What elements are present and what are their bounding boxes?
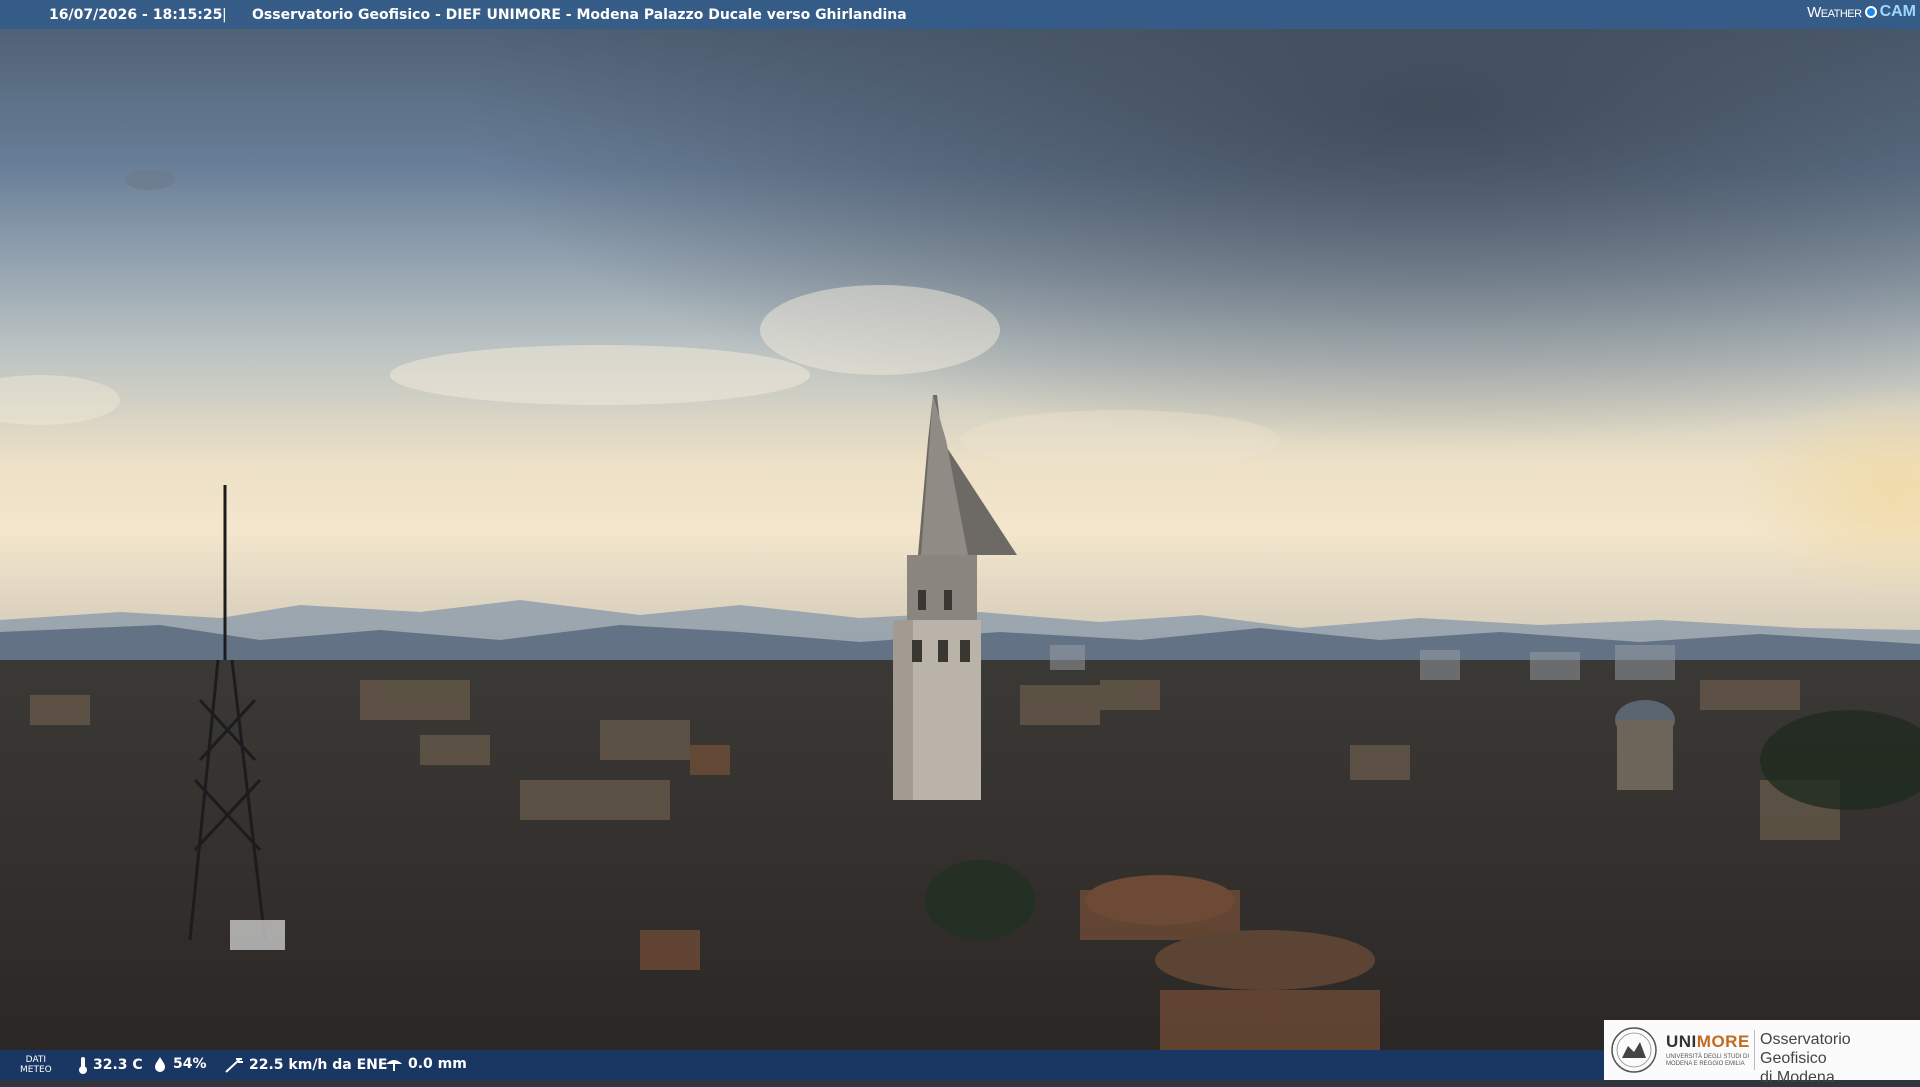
unimore-subtitle: UNIVERSITÀ DEGLI STUDI DI MODENA E REGGI… — [1666, 1054, 1750, 1067]
brand-dot-icon — [1864, 6, 1877, 18]
thermometer-icon — [79, 1057, 87, 1074]
temperature-value: 32.3 C — [93, 1057, 143, 1073]
temperature-metric: 32.3 C — [78, 1056, 143, 1074]
humidity-metric: 54% — [152, 1056, 207, 1072]
humidity-drop-icon — [155, 1057, 165, 1072]
brand-cam: CAM — [1879, 3, 1916, 20]
unimore-seal-icon — [1611, 1027, 1657, 1073]
wind-icon — [225, 1058, 243, 1073]
header-bar: 16/07/2026 - 18:15:25 | Osservatorio Geo… — [0, 0, 1920, 29]
wind-metric: 22.5 km/h da ENE — [224, 1056, 387, 1074]
unimore-logo-panel: UNIMORE UNIVERSITÀ DEGLI STUDI DI MODENA… — [1604, 1020, 1920, 1086]
timestamp: 16/07/2026 - 18:15:25 — [49, 6, 223, 23]
camera-title: Osservatorio Geofisico - DIEF UNIMORE - … — [252, 6, 907, 23]
weather-label: DATI METEO — [20, 1055, 52, 1075]
rain-gauge-icon — [386, 1060, 402, 1071]
wind-value: 22.5 km/h da ENE — [249, 1057, 388, 1073]
logo-divider — [1754, 1030, 1755, 1070]
webcam-image — [0, 0, 1920, 1080]
observatory-name: Osservatorio Geofisico di Modena — [1760, 1031, 1851, 1086]
weathercam-logo: Weather CAM — [1807, 3, 1916, 21]
humidity-value: 54% — [173, 1056, 207, 1072]
rain-value: 0.0 mm — [408, 1056, 467, 1072]
unimore-wordmark: UNIMORE — [1666, 1032, 1750, 1051]
header-separator: | — [222, 6, 227, 23]
brand-weather: Weather — [1807, 3, 1862, 21]
rain-metric: 0.0 mm — [385, 1056, 467, 1072]
